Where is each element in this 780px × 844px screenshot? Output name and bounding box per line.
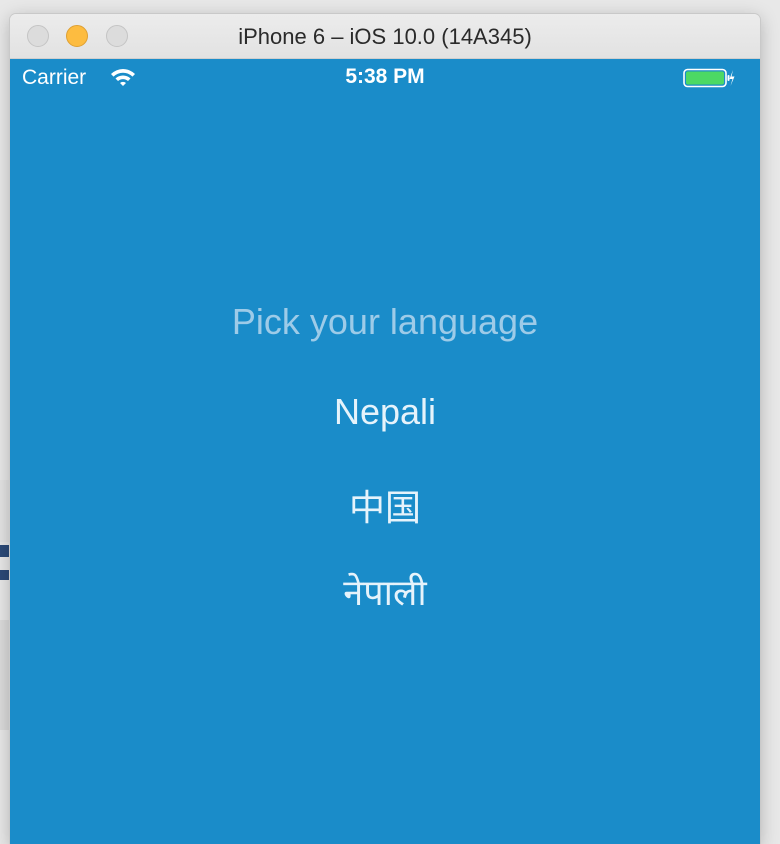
background-window-fragment — [0, 570, 10, 580]
background-window-fragment — [0, 620, 10, 730]
language-option-nepali-native[interactable]: नेपाली — [285, 567, 485, 616]
window-title: iPhone 6 – iOS 10.0 (14A345) — [238, 24, 532, 49]
simulator-window: iPhone 6 – iOS 10.0 (14A345) Carrier 5:3… — [10, 14, 760, 844]
language-option-nepali-english[interactable]: Nepali — [285, 391, 485, 433]
window-titlebar[interactable]: iPhone 6 – iOS 10.0 (14A345) — [10, 14, 760, 59]
language-picker: Pick your language Nepali 中国 नेपाली — [10, 59, 760, 844]
device-screen: Carrier 5:38 PM Pick your language Nepal… — [10, 59, 760, 844]
language-prompt: Pick your language — [231, 301, 539, 342]
background-window-fragment — [0, 480, 10, 542]
background-window-fragment — [0, 545, 10, 557]
language-option-chinese[interactable]: 中国 — [285, 479, 485, 531]
